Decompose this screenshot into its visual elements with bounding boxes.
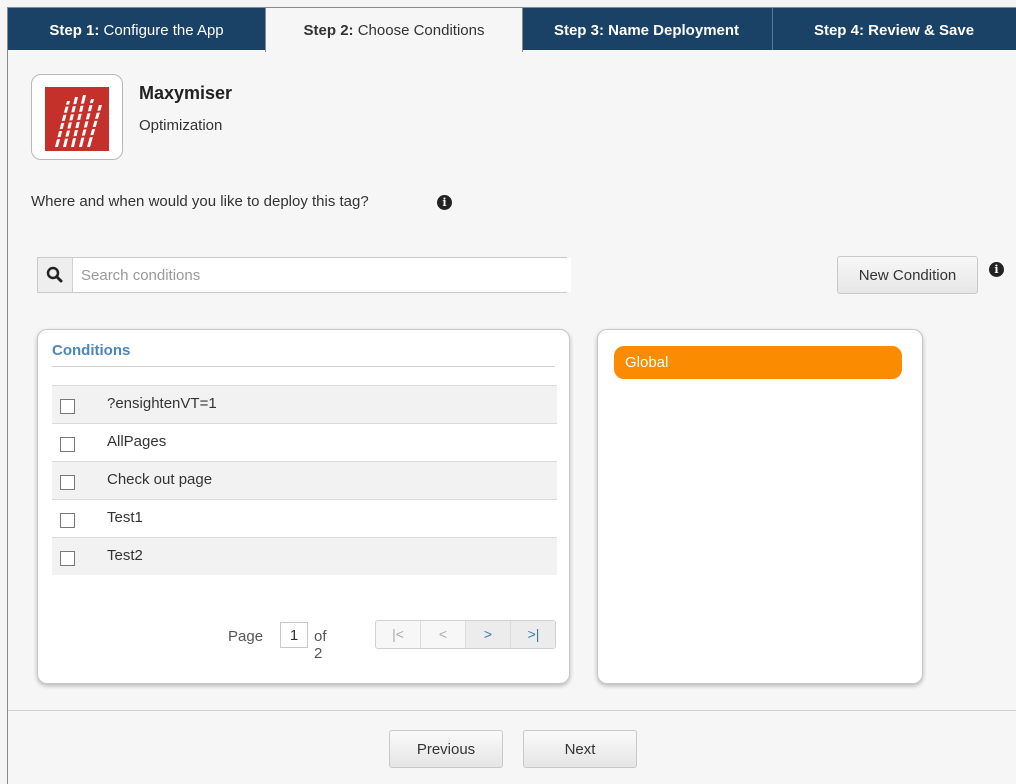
condition-row[interactable]: Test2: [52, 537, 557, 575]
selected-conditions-panel: Global: [597, 329, 923, 684]
page-label: Page: [228, 628, 264, 645]
last-page-button[interactable]: >|: [511, 621, 555, 648]
page-number-input[interactable]: 1: [280, 622, 308, 648]
condition-checkbox[interactable]: [60, 551, 75, 566]
condition-checkbox[interactable]: [60, 399, 75, 414]
first-page-button[interactable]: |<: [376, 621, 421, 648]
condition-checkbox[interactable]: [60, 475, 75, 490]
page-count: of 2: [314, 628, 327, 662]
app-category: Optimization: [139, 117, 223, 134]
tab-review-save[interactable]: Step 4: Review & Save: [772, 8, 1016, 50]
tab-step-number: Step 1:: [49, 22, 100, 39]
wizard-tabs: Step 1: Configure the App Step 2: Choose…: [8, 8, 1016, 52]
pager-buttons: |< < > >|: [375, 620, 556, 649]
conditions-list: ?ensightenVT=1 AllPages Check out page T…: [52, 385, 557, 575]
search-icon[interactable]: [38, 258, 73, 292]
tab-step-number: Step 3:: [553, 22, 604, 39]
tab-choose-conditions[interactable]: Step 2: Choose Conditions: [265, 8, 523, 52]
condition-checkbox[interactable]: [60, 513, 75, 528]
condition-label: AllPages: [107, 433, 167, 450]
footer-divider: [8, 710, 1016, 711]
tab-step-number: Step 2:: [303, 22, 354, 39]
condition-row[interactable]: AllPages: [52, 423, 557, 461]
conditions-title: Conditions: [52, 342, 131, 359]
divider: [52, 366, 555, 367]
maxymiser-logo: [44, 87, 110, 151]
next-button[interactable]: Next: [523, 730, 637, 768]
condition-row[interactable]: Check out page: [52, 461, 557, 499]
next-page-button[interactable]: >: [466, 621, 511, 648]
conditions-panel: Conditions ?ensightenVT=1 AllPages Check…: [37, 329, 570, 684]
tab-name-deployment[interactable]: Step 3: Name Deployment: [521, 8, 773, 50]
condition-checkbox[interactable]: [60, 437, 75, 452]
condition-label: Check out page: [107, 471, 213, 488]
tab-label: Configure the App: [103, 22, 224, 39]
previous-page-button[interactable]: <: [421, 621, 466, 648]
condition-row[interactable]: ?ensightenVT=1: [52, 385, 557, 423]
app-icon: [31, 74, 123, 160]
search-conditions-input[interactable]: [73, 258, 571, 292]
tab-label: Choose Conditions: [357, 22, 485, 39]
tab-step-number: Step 4:: [813, 22, 864, 39]
tab-configure-app[interactable]: Step 1: Configure the App: [8, 8, 266, 50]
condition-row[interactable]: Test1: [52, 499, 557, 537]
info-icon[interactable]: i: [437, 195, 452, 210]
selected-condition-global[interactable]: Global: [614, 346, 902, 379]
condition-label: Test2: [107, 547, 143, 564]
condition-label: ?ensightenVT=1: [107, 395, 217, 412]
info-icon[interactable]: i: [989, 262, 1004, 277]
app-name: Maxymiser: [139, 83, 233, 103]
new-condition-button[interactable]: New Condition: [837, 256, 978, 294]
tab-label: Review & Save: [868, 22, 975, 39]
search-box: [37, 257, 571, 293]
previous-button[interactable]: Previous: [389, 730, 503, 768]
deploy-question: Where and when would you like to deploy …: [31, 193, 369, 210]
tab-label: Name Deployment: [608, 22, 740, 39]
condition-label: Test1: [107, 509, 143, 526]
